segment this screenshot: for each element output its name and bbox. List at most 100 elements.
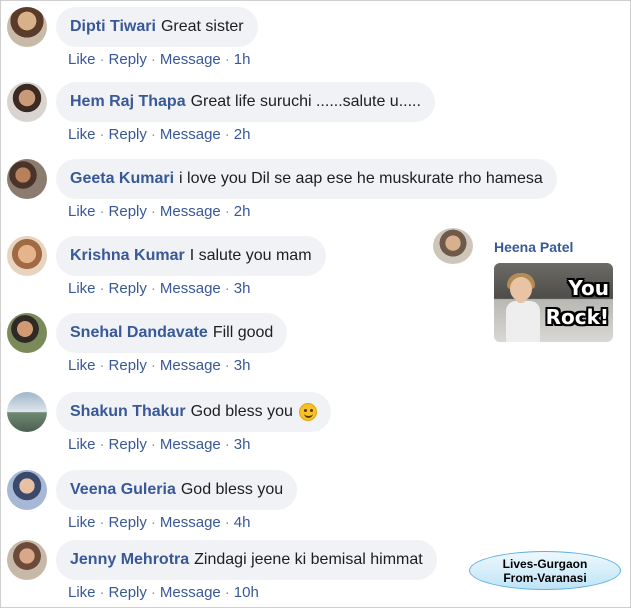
avatar[interactable] <box>7 159 47 199</box>
comment-actions: Like · Reply · Message · 2h <box>68 126 250 143</box>
separator: · <box>99 514 105 531</box>
separator: · <box>99 51 105 68</box>
message-link[interactable]: Message <box>160 126 221 143</box>
separator: · <box>224 280 230 297</box>
avatar[interactable] <box>7 470 47 510</box>
location-tag: Lives-Gurgaon From-Varanasi <box>469 551 621 590</box>
reply-link[interactable]: Reply <box>109 280 147 297</box>
comment-item: Dipti Tiwari Great sister Like · Reply · Mes… <box>0 7 631 81</box>
comment-item: Hem Raj Thapa Great life suruchi ......s… <box>0 82 631 156</box>
reply-link[interactable]: Reply <box>109 584 147 601</box>
comment-text: God bless you <box>190 403 293 420</box>
separator: · <box>150 126 156 143</box>
avatar[interactable] <box>7 7 47 47</box>
comment-author-link[interactable]: Heena Patel <box>494 239 573 255</box>
avatar[interactable] <box>7 82 47 122</box>
comment-actions: Like · Reply · Message · 3h <box>68 357 250 374</box>
avatar[interactable] <box>7 392 47 432</box>
comment-text: I salute you mam <box>189 247 312 264</box>
message-link[interactable]: Message <box>160 514 221 531</box>
timestamp-link[interactable]: 10h <box>234 584 259 601</box>
separator: · <box>224 584 230 601</box>
timestamp-link[interactable]: 1h <box>234 51 251 68</box>
avatar[interactable] <box>7 313 47 353</box>
separator: · <box>99 584 105 601</box>
comment-author-link[interactable]: Dipti Tiwari <box>70 18 156 36</box>
reply-link[interactable]: Reply <box>109 203 147 220</box>
comment-actions: Like · Reply · Message · 10h <box>68 584 259 601</box>
message-link[interactable]: Message <box>160 584 221 601</box>
gif-caption-line: You <box>568 276 609 300</box>
message-link[interactable]: Message <box>160 51 221 68</box>
separator: · <box>99 357 105 374</box>
like-link[interactable]: Like <box>68 514 96 531</box>
separator: · <box>150 51 156 68</box>
separator: · <box>224 436 230 453</box>
timestamp-link[interactable]: 3h <box>234 357 251 374</box>
like-link[interactable]: Like <box>68 357 96 374</box>
separator: · <box>150 280 156 297</box>
like-link[interactable]: Like <box>68 436 96 453</box>
message-link[interactable]: Message <box>160 436 221 453</box>
comment-author-link[interactable]: Shakun Thakur <box>70 403 186 421</box>
like-link[interactable]: Like <box>68 51 96 68</box>
separator: · <box>99 126 105 143</box>
comment-actions: Like · Reply · Message · 3h <box>68 280 250 297</box>
comment-bubble: Krishna Kumar I salute you mam <box>56 236 326 276</box>
gif-attachment[interactable]: You Rock! <box>494 263 613 342</box>
separator: · <box>224 514 230 531</box>
avatar[interactable] <box>7 540 47 580</box>
comment-bubble: Veena Guleria God bless you <box>56 470 298 510</box>
comment-text: Great sister <box>160 18 244 35</box>
reply-link[interactable]: Reply <box>109 436 147 453</box>
comment-item: Veena Guleria God bless you Like · Reply · M… <box>0 470 631 544</box>
timestamp-link[interactable]: 2h <box>234 126 251 143</box>
timestamp-link[interactable]: 3h <box>234 436 251 453</box>
comment-author-link[interactable]: Veena Guleria <box>70 481 176 499</box>
comment-author-link[interactable]: Jenny Mehrotra <box>70 551 189 569</box>
comment-bubble: Dipti Tiwari Great sister <box>56 7 258 47</box>
avatar[interactable] <box>7 236 47 276</box>
avatar[interactable] <box>433 228 473 264</box>
message-link[interactable]: Message <box>160 203 221 220</box>
gif-caption-line: Rock! <box>545 305 609 329</box>
separator: · <box>224 357 230 374</box>
timestamp-link[interactable]: 4h <box>234 514 251 531</box>
thumbs-up-icon <box>516 289 526 303</box>
timestamp-link[interactable]: 3h <box>234 280 251 297</box>
timestamp-link[interactable]: 2h <box>234 203 251 220</box>
separator: · <box>150 357 156 374</box>
like-link[interactable]: Like <box>68 280 96 297</box>
comment-text: Zindagi jeene ki bemisal himmat <box>194 551 423 568</box>
comment-text: Great life suruchi ......salute u..... <box>190 93 421 110</box>
comment-author-link[interactable]: Krishna Kumar <box>70 247 185 265</box>
like-link[interactable]: Like <box>68 126 96 143</box>
location-tag-line: Lives-Gurgaon <box>502 556 588 571</box>
comment-actions: Like · Reply · Message · 3h <box>68 436 250 453</box>
like-link[interactable]: Like <box>68 203 96 220</box>
message-link[interactable]: Message <box>160 280 221 297</box>
separator: · <box>150 514 156 531</box>
reply-link[interactable]: Reply <box>109 514 147 531</box>
separator: · <box>99 203 105 220</box>
comment-bubble: Jenny Mehrotra Zindagi jeene ki bemisal … <box>56 540 437 580</box>
comment-author-link[interactable]: Snehal Dandavate <box>70 324 208 342</box>
reply-link[interactable]: Reply <box>109 51 147 68</box>
comment-actions: Like · Reply · Message · 2h <box>68 203 250 220</box>
comment-bubble: Geeta Kumari i love you Dil se aap ese h… <box>56 159 557 199</box>
reply-link[interactable]: Reply <box>109 126 147 143</box>
comment-author-link[interactable]: Geeta Kumari <box>70 170 174 188</box>
like-link[interactable]: Like <box>68 584 96 601</box>
gif-child-body <box>506 301 540 342</box>
location-tag-line: From-Varanasi <box>503 570 587 585</box>
separator: · <box>224 203 230 220</box>
separator: · <box>150 584 156 601</box>
comment-author-link[interactable]: Hem Raj Thapa <box>70 93 186 111</box>
comment-text: God bless you <box>180 481 284 498</box>
separator: · <box>150 436 156 453</box>
smiling-face-icon <box>298 403 317 421</box>
message-link[interactable]: Message <box>160 357 221 374</box>
comment-item: Shakun Thakur God bless you Like · Reply · M… <box>0 392 631 466</box>
comment-bubble: Snehal Dandavate Fill good <box>56 313 288 353</box>
reply-link[interactable]: Reply <box>109 357 147 374</box>
